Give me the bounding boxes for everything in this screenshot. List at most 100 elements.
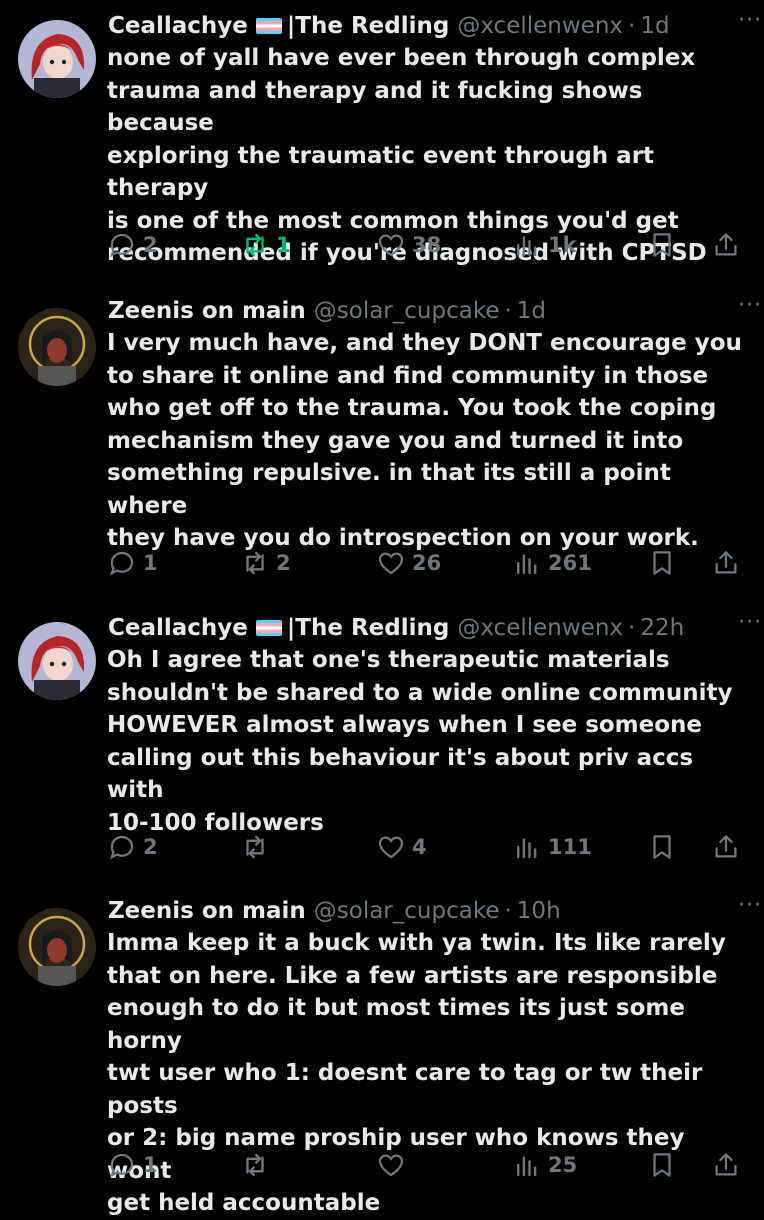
view-count: 25 (548, 1153, 578, 1177)
display-name-suffix[interactable]: |The Redling (287, 615, 449, 641)
avatar[interactable] (18, 908, 96, 986)
speech-bubble-icon (110, 233, 134, 258)
avatar[interactable] (18, 308, 96, 386)
tweet-header: Zeenis on main @solar_cupcake · 1d (108, 291, 746, 331)
like-count: 4 (412, 835, 427, 859)
avatar-halo-character-image (18, 908, 96, 986)
display-name[interactable]: Ceallachye (108, 615, 248, 641)
action-bar: 1 2 26 261 (0, 543, 764, 583)
timestamp[interactable]: 1d (517, 298, 546, 324)
bookmark-button[interactable] (647, 543, 677, 583)
handle[interactable]: @xcellenwenx (457, 13, 623, 39)
bookmark-button[interactable] (647, 1145, 677, 1185)
bar-chart-icon (517, 554, 537, 575)
views-button[interactable]: 1k (512, 225, 577, 265)
repost-arrows-icon (246, 1153, 264, 1177)
reply-button[interactable]: 1 (107, 543, 158, 583)
avatar-red-hair-image (18, 622, 96, 700)
speech-bubble-icon (110, 835, 134, 860)
bookmark-icon (653, 1153, 671, 1177)
repost-arrows-icon (246, 835, 264, 859)
avatar-halo-character-image (18, 308, 96, 386)
reply-count: 2 (143, 835, 158, 859)
share-button[interactable] (711, 1145, 741, 1185)
tweet-text: I very much have, and they DONT encourag… (107, 330, 742, 551)
repost-button[interactable]: 1 (240, 225, 291, 265)
repost-button[interactable] (240, 1145, 276, 1185)
reply-count: 2 (143, 233, 158, 257)
repost-arrows-icon (246, 551, 264, 575)
share-upload-icon (715, 551, 737, 574)
separator-dot: · (628, 615, 636, 641)
share-button[interactable] (711, 827, 741, 867)
view-count: 1k (548, 233, 577, 257)
more-dots-icon[interactable]: ··· (738, 893, 762, 918)
handle[interactable]: @solar_cupcake (314, 898, 500, 924)
action-bar: 2 4 111 (0, 827, 764, 867)
like-button[interactable] (376, 1145, 412, 1185)
reply-count: 1 (143, 551, 158, 575)
tweet-header: Ceallachye |The Redling @xcellenwenx · 1… (108, 6, 746, 46)
like-button[interactable]: 26 (376, 543, 441, 583)
bar-chart-icon (517, 838, 537, 859)
handle[interactable]: @solar_cupcake (314, 298, 500, 324)
bookmark-icon (653, 551, 671, 575)
view-count: 261 (548, 551, 592, 575)
trans-flag-icon (255, 620, 282, 636)
reply-button[interactable]: 2 (107, 827, 158, 867)
more-dots-icon[interactable]: ··· (738, 293, 762, 318)
display-name[interactable]: Zeenis on main (108, 898, 306, 924)
heart-icon (378, 552, 404, 575)
timestamp[interactable]: 10h (517, 898, 561, 924)
speech-bubble-icon (110, 1153, 134, 1178)
handle[interactable]: @xcellenwenx (457, 615, 623, 641)
view-count: 111 (548, 835, 592, 859)
tweet-header: Ceallachye |The Redling @xcellenwenx · 2… (108, 608, 746, 648)
share-upload-icon (715, 835, 737, 858)
action-bar: 1 25 (0, 1145, 764, 1185)
share-button[interactable] (711, 543, 741, 583)
avatar[interactable] (18, 20, 96, 98)
share-upload-icon (715, 233, 737, 256)
bookmark-icon (653, 233, 671, 257)
reply-button[interactable]: 2 (107, 225, 158, 265)
views-button[interactable]: 261 (512, 543, 592, 583)
trans-flag-icon (255, 18, 282, 34)
separator-dot: · (504, 898, 512, 924)
heart-icon (378, 836, 404, 859)
like-count: 38 (412, 233, 442, 257)
separator-dot: · (628, 13, 636, 39)
heart-icon (378, 1154, 404, 1177)
timestamp[interactable]: 1d (640, 13, 669, 39)
bar-chart-icon (517, 236, 537, 257)
bookmark-button[interactable] (647, 827, 677, 867)
views-button[interactable]: 25 (512, 1145, 577, 1185)
display-name[interactable]: Zeenis on main (108, 298, 306, 324)
more-dots-icon[interactable]: ··· (738, 610, 762, 635)
separator-dot: · (504, 298, 512, 324)
reply-count: 1 (143, 1153, 158, 1177)
display-name-suffix[interactable]: |The Redling (287, 13, 449, 39)
repost-button[interactable] (240, 827, 276, 867)
bookmark-button[interactable] (647, 225, 677, 265)
action-bar: 2 1 38 1k (0, 225, 764, 265)
avatar-red-hair-image (18, 20, 96, 98)
repost-count: 2 (276, 551, 291, 575)
views-button[interactable]: 111 (512, 827, 592, 867)
repost-button[interactable]: 2 (240, 543, 291, 583)
share-upload-icon (715, 1153, 737, 1176)
avatar[interactable] (18, 622, 96, 700)
reply-button[interactable]: 1 (107, 1145, 158, 1185)
timestamp[interactable]: 22h (640, 615, 684, 641)
like-button[interactable]: 38 (376, 225, 441, 265)
display-name[interactable]: Ceallachye (108, 13, 248, 39)
share-button[interactable] (711, 225, 741, 265)
repost-count: 1 (276, 233, 291, 257)
bookmark-icon (653, 835, 671, 859)
heart-icon (378, 234, 404, 257)
like-button[interactable]: 4 (376, 827, 427, 867)
bar-chart-icon (517, 1156, 537, 1177)
like-count: 26 (412, 551, 442, 575)
tweet-header: Zeenis on main @solar_cupcake · 10h (108, 891, 746, 931)
more-dots-icon[interactable]: ··· (738, 8, 762, 33)
